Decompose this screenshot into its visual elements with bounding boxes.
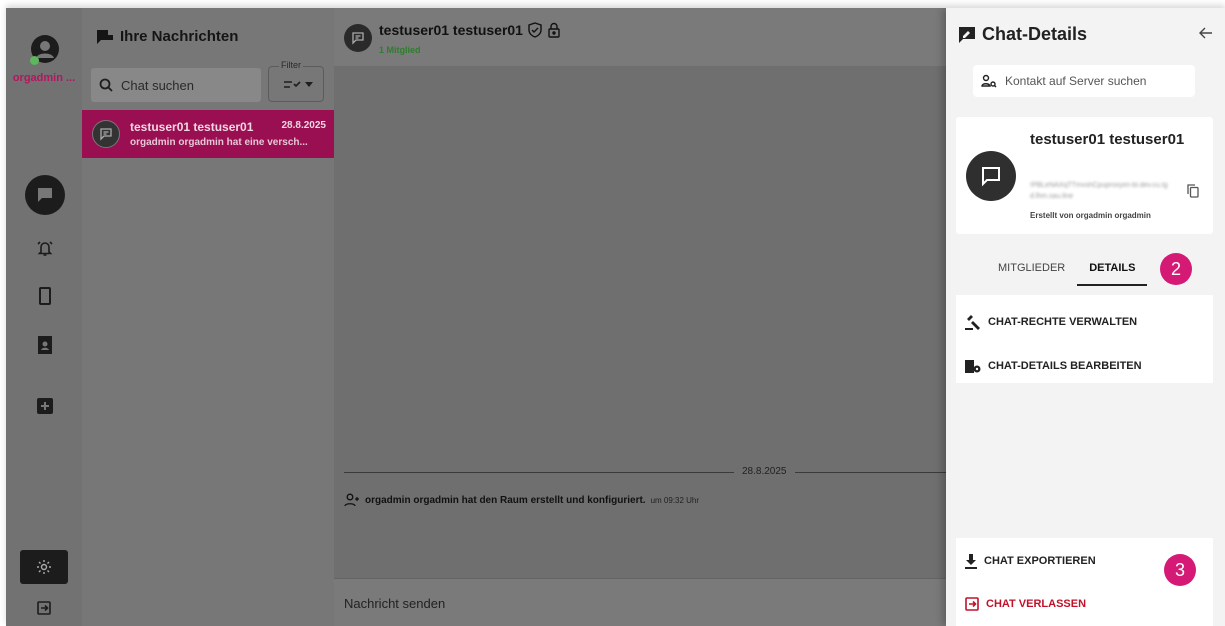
chat-list-title: Ihre Nachrichten — [120, 28, 239, 45]
logout-icon[interactable] — [32, 596, 56, 620]
chat-details-panel: Chat-Details testuser01 testuser01 !PBLe… — [946, 8, 1225, 626]
edit-chat-details-label: CHAT-DETAILS BEARBEITEN — [988, 360, 1142, 372]
panel-title: Chat-Details — [982, 24, 1088, 44]
bell-icon[interactable] — [25, 228, 65, 268]
tab-mitglieder[interactable]: MITGLIEDER — [986, 258, 1077, 286]
chat-list-item-name: testuser01 testuser01 — [130, 120, 254, 134]
export-chat-button[interactable]: CHAT EXPORTIEREN — [964, 553, 1096, 569]
back-arrow-icon[interactable] — [1199, 26, 1213, 44]
filter-label: Filter — [279, 60, 303, 70]
chat-header-title-row: testuser01 testuser01 — [379, 22, 561, 38]
chevron-down-icon — [305, 82, 313, 87]
settings-icon[interactable] — [20, 550, 68, 584]
system-message-time: um 09:32 Uhr — [650, 495, 700, 505]
app-window: orgadmin ... Ihre Nachrichten Chat suche… — [6, 8, 1225, 626]
tab-details[interactable]: DETAILS — [1077, 258, 1148, 286]
lock-icon — [548, 22, 560, 38]
chat-header: testuser01 testuser01 1 Mitglied — [334, 8, 946, 66]
shield-check-icon — [528, 22, 542, 38]
system-message: orgadmin orgadmin hat den Raum erstellt … — [344, 493, 699, 507]
chat-search-input[interactable] — [121, 77, 251, 93]
contacts-icon[interactable] — [25, 326, 65, 366]
chat-creator: Erstellt von orgadmin orgadmin — [1030, 211, 1151, 220]
leave-chat-button[interactable]: CHAT VERLASSEN — [964, 596, 1086, 612]
chat-list-header: Ihre Nachrichten — [96, 28, 238, 45]
leave-icon — [965, 597, 979, 611]
callout-badge-2: 2 — [1160, 253, 1192, 285]
chat-edit-icon — [959, 26, 975, 43]
message-input[interactable] — [344, 587, 944, 619]
date-separator: 28.8.2025 — [734, 466, 795, 477]
filter-select[interactable]: Filter — [268, 60, 324, 102]
chat-list-panel: Ihre Nachrichten Filter testuser01 testu… — [82, 8, 334, 626]
chat-list-item-date: 28.8.2025 — [281, 120, 327, 131]
chat-info-card: testuser01 testuser01 !PBLeNAXqTTmvshCpu… — [956, 117, 1213, 234]
search-icon — [99, 78, 113, 92]
chat-name: testuser01 testuser01 — [1030, 131, 1185, 148]
panel-tabs: MITGLIEDER DETAILS — [986, 258, 1148, 286]
system-message-text: orgadmin orgadmin hat den Raum erstellt … — [365, 494, 646, 506]
chat-avatar-large-icon — [966, 151, 1016, 201]
filter-list-icon — [284, 81, 301, 88]
manage-permissions-button[interactable]: CHAT-RECHTE VERWALTEN — [964, 314, 1137, 330]
server-contact-search-input[interactable] — [1005, 74, 1185, 88]
download-icon — [965, 554, 977, 569]
date-divider-line — [344, 472, 946, 473]
room-id: !PBLeNAXqTTmvshCpuproxyim-bl.dev.cu.tgd.… — [1030, 182, 1168, 200]
chat-list-item[interactable]: testuser01 testuser01 28.8.2025 orgadmin… — [82, 110, 334, 158]
user-name: orgadmin ... — [12, 72, 76, 84]
leave-chat-label: CHAT VERLASSEN — [986, 598, 1087, 610]
server-contact-search-box[interactable] — [973, 65, 1195, 97]
export-chat-label: CHAT EXPORTIEREN — [984, 555, 1096, 567]
online-status-dot — [30, 56, 39, 65]
nav-rail: orgadmin ... — [6, 8, 82, 626]
person-search-icon — [981, 74, 997, 88]
details-actions: CHAT-RECHTE VERWALTEN CHAT-DETAILS BEARB… — [956, 295, 1213, 383]
copy-icon[interactable] — [1187, 184, 1199, 203]
messages-icon — [97, 29, 113, 44]
phone-icon[interactable] — [25, 276, 65, 316]
chat-header-avatar-icon[interactable] — [344, 24, 372, 52]
chat-header-title: testuser01 testuser01 — [379, 22, 523, 38]
member-count: 1 Mitglied — [379, 45, 421, 55]
gavel-icon — [965, 315, 980, 330]
panel-header: Chat-Details — [958, 24, 1087, 45]
manage-permissions-label: CHAT-RECHTE VERWALTEN — [988, 316, 1138, 328]
chat-search-box[interactable] — [91, 68, 261, 102]
callout-badge-3: 3 — [1164, 554, 1196, 586]
edit-chat-details-button[interactable]: CHAT-DETAILS BEARBEITEN — [964, 358, 1142, 374]
chat-avatar-icon — [92, 120, 120, 148]
add-person-icon — [344, 493, 359, 507]
chat-icon[interactable] — [25, 175, 65, 215]
building-gear-icon — [965, 360, 981, 373]
chat-list-item-preview: orgadmin orgadmin hat eine versch... — [130, 137, 308, 148]
add-icon[interactable] — [25, 386, 65, 426]
message-composer — [334, 578, 946, 626]
chat-main-area: testuser01 testuser01 1 Mitglied 28.8.20… — [334, 8, 946, 626]
